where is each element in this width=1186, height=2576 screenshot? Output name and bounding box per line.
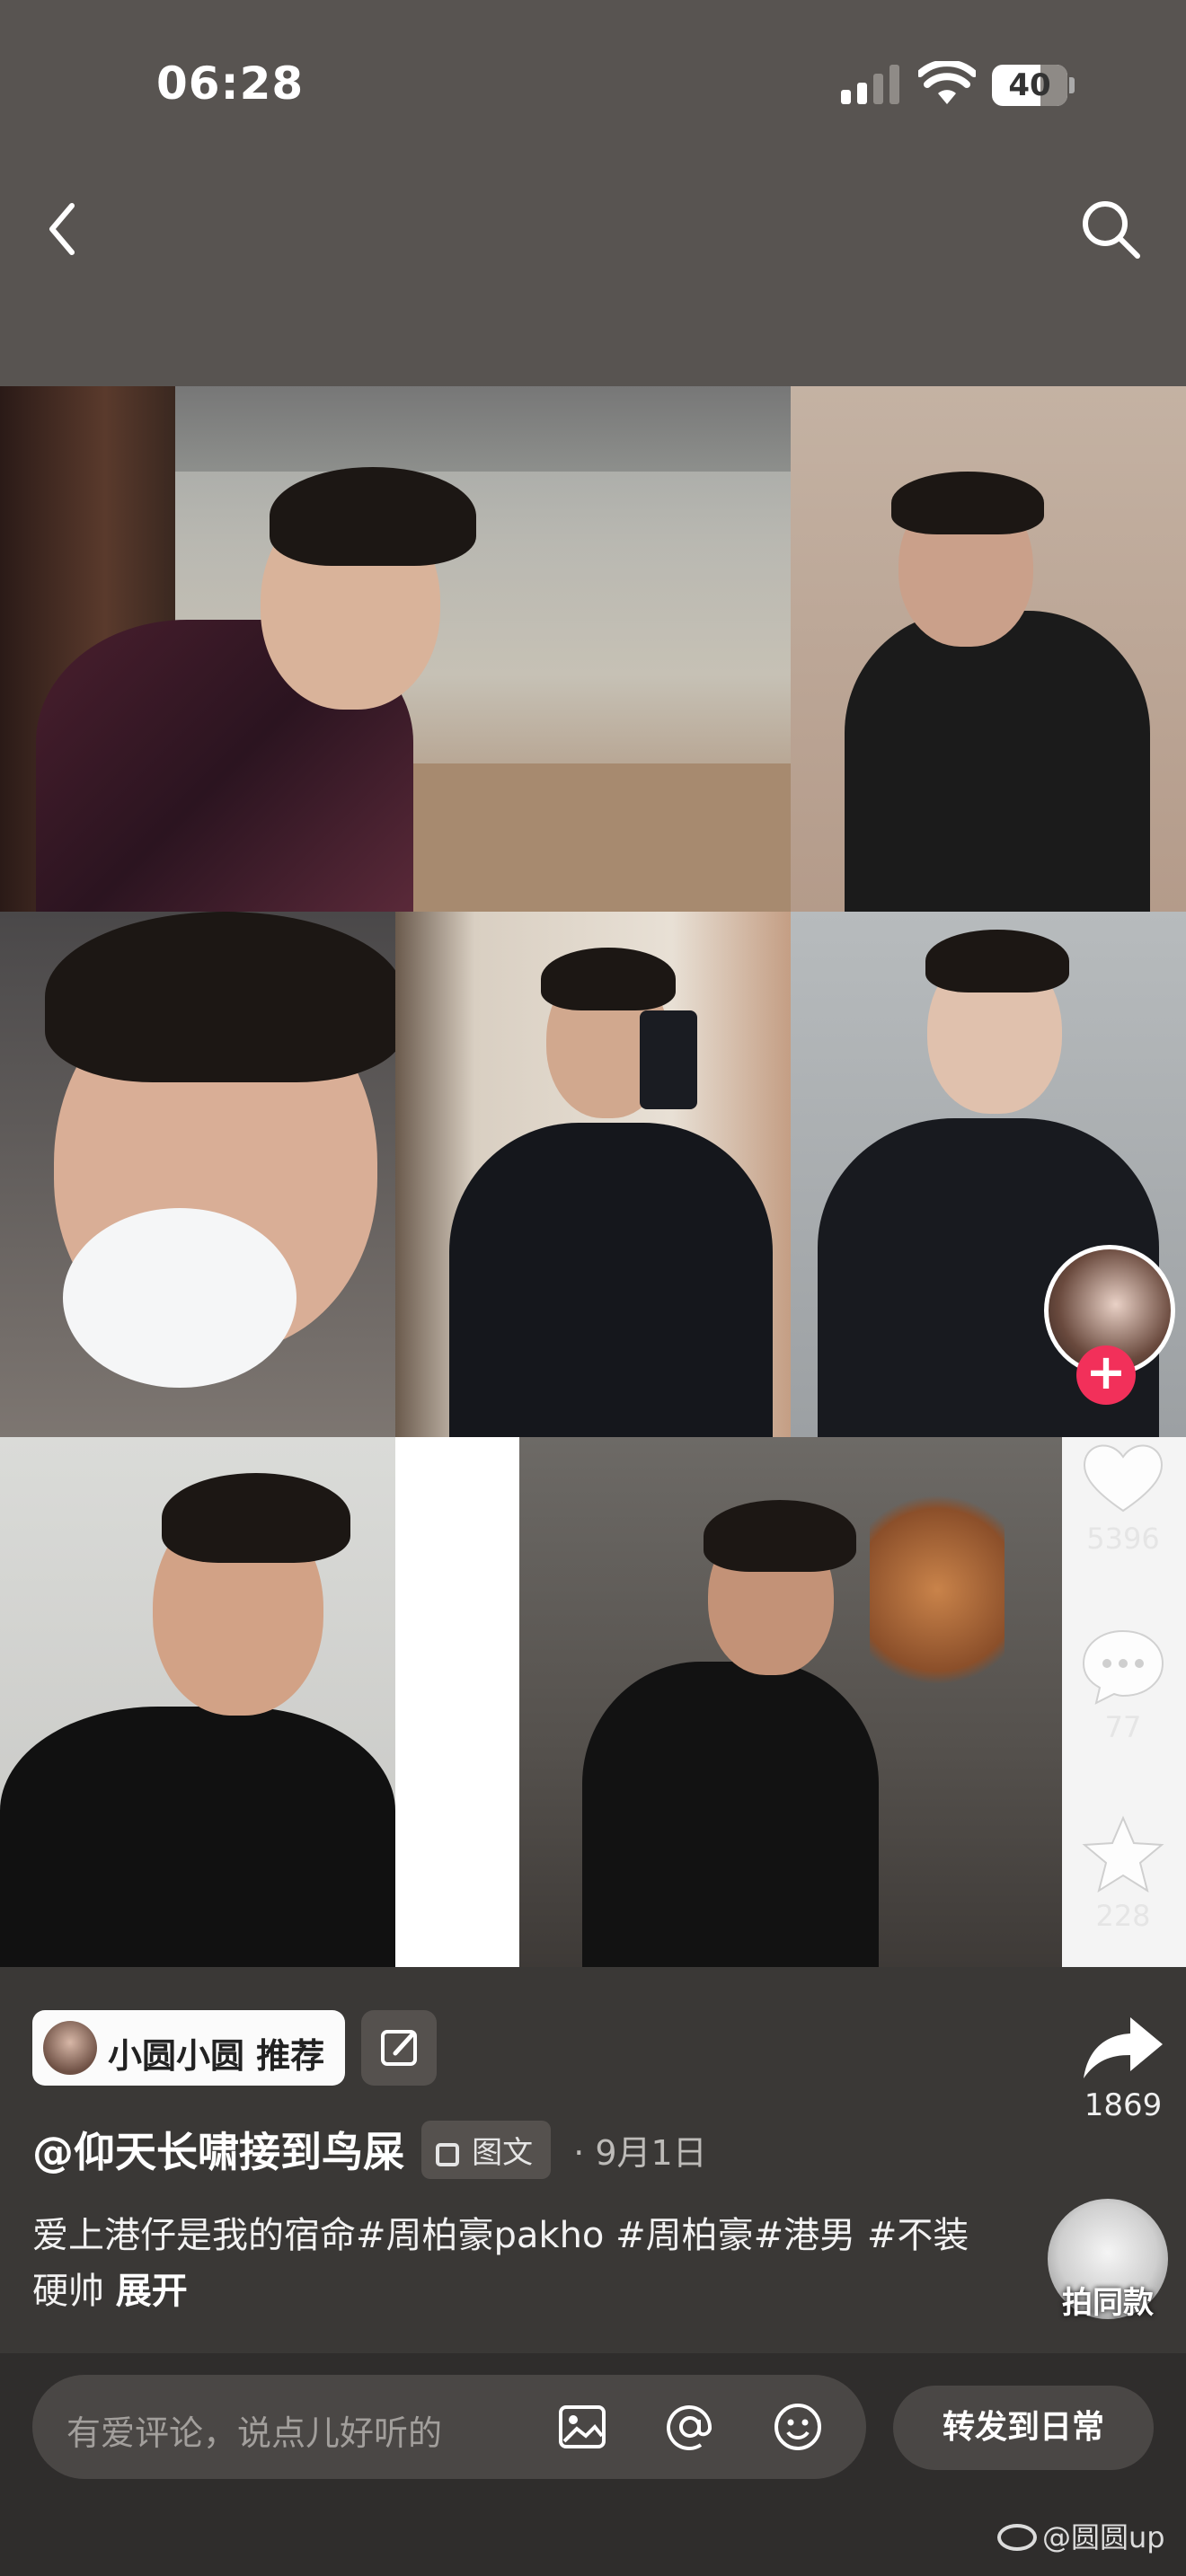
follow-button[interactable]: + xyxy=(1076,1345,1136,1405)
status-time: 06:28 xyxy=(156,57,305,110)
favorite-button[interactable]: 228 xyxy=(1060,1814,1186,1933)
post-date: · 9月1日 xyxy=(573,2132,707,2173)
watermark-text: @圆圆up xyxy=(1042,2520,1165,2554)
edit-button[interactable] xyxy=(361,2010,437,2086)
post-type-label: 图文 xyxy=(472,2134,534,2171)
wifi-icon xyxy=(918,61,976,104)
favorite-count: 228 xyxy=(1095,1899,1151,1933)
cellular-signal-icon xyxy=(841,65,899,104)
photo-4[interactable] xyxy=(395,912,791,1437)
search-button[interactable] xyxy=(1075,193,1146,265)
back-button[interactable] xyxy=(36,193,90,265)
heart-icon xyxy=(1084,1444,1163,1513)
post-type-chip: 图文 xyxy=(421,2120,552,2179)
top-nav xyxy=(0,175,1186,386)
watermark: @圆圆up xyxy=(997,2515,1165,2556)
share-arrow-icon xyxy=(1084,2017,1163,2078)
like-button[interactable]: 5396 xyxy=(1060,1437,1186,1556)
recommender-label: 小圆小圆 推荐 xyxy=(108,2036,325,2076)
forward-to-daily-button[interactable]: 转发到日常 xyxy=(893,2386,1154,2470)
battery-icon: 40 xyxy=(992,65,1075,106)
photo-grid[interactable] xyxy=(0,386,1186,1967)
recommender-chip[interactable]: 小圆小圆 推荐 xyxy=(32,2010,345,2086)
image-text-icon xyxy=(436,2142,460,2166)
photo-2[interactable] xyxy=(791,386,1186,912)
expand-link[interactable]: 展开 xyxy=(116,2271,188,2312)
at-mention-icon[interactable] xyxy=(663,2400,717,2454)
star-icon xyxy=(1082,1815,1164,1893)
image-icon[interactable] xyxy=(555,2400,609,2454)
comment-button[interactable]: 77 xyxy=(1060,1626,1186,1744)
weibo-logo-icon xyxy=(997,2524,1037,2551)
share-button[interactable]: 1869 xyxy=(1060,2012,1186,2123)
photo-7[interactable] xyxy=(519,1437,1062,1967)
photo-6[interactable] xyxy=(0,1437,395,1967)
same-style-label[interactable]: 拍同款 xyxy=(1048,2278,1168,2322)
comment-input[interactable]: 有爱评论，说点儿好听的 xyxy=(32,2375,866,2479)
author-line: @仰天长啸接到鸟屎 图文 · 9月1日 xyxy=(32,2120,707,2183)
comment-count: 77 xyxy=(1104,1710,1142,1744)
emoji-icon[interactable] xyxy=(771,2400,825,2454)
comment-icon xyxy=(1082,1629,1164,1705)
photo-1[interactable] xyxy=(0,386,791,912)
post-caption: 爱上港仔是我的宿命#周柏豪pakho #周柏豪#港男 #不装硬帅 展开 xyxy=(32,2208,985,2319)
battery-level: 40 xyxy=(1008,67,1051,103)
author-name[interactable]: @仰天长啸接到鸟屎 xyxy=(32,2128,404,2176)
comment-placeholder: 有爱评论，说点儿好听的 xyxy=(66,2413,443,2453)
status-bar: 06:28 40 xyxy=(0,0,1186,175)
recommender-avatar xyxy=(43,2021,97,2075)
post-info: 小圆小圆 推荐 @仰天长啸接到鸟屎 图文 · 9月1日 爱上港仔是我的宿命#周柏… xyxy=(0,1967,1186,2353)
photo-3[interactable] xyxy=(0,912,395,1437)
share-count: 1869 xyxy=(1084,2087,1163,2123)
like-count: 5396 xyxy=(1086,1522,1160,1556)
edit-icon xyxy=(381,2030,417,2066)
